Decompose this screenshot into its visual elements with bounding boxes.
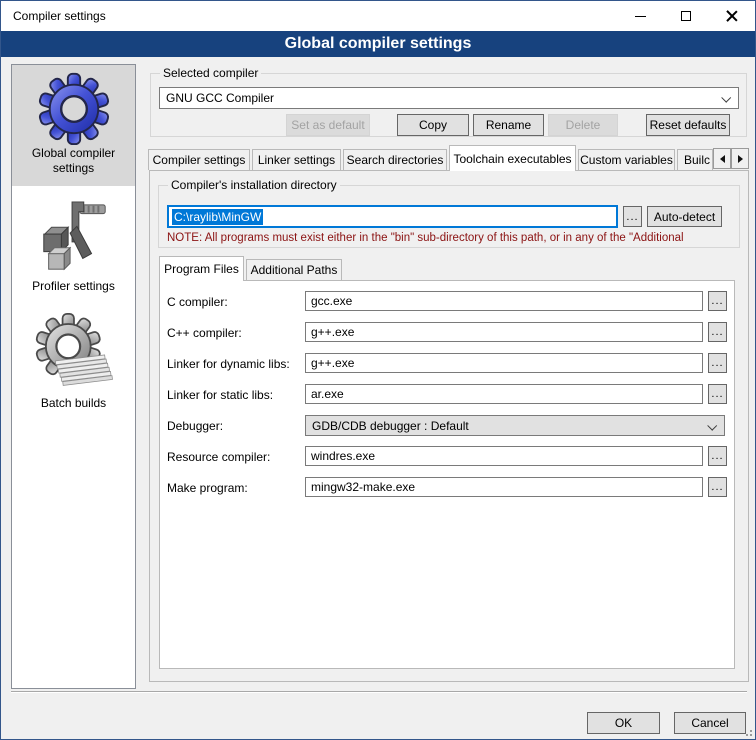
blue-gear-icon	[36, 70, 112, 146]
sidebar-item-label: Batch builds	[12, 396, 135, 411]
window-controls	[617, 1, 755, 31]
tab-build-options-clipped[interactable]: Builc	[677, 149, 713, 170]
close-button[interactable]	[709, 1, 755, 31]
linker-static-label: Linker for static libs:	[167, 388, 273, 402]
tab-custom-variables[interactable]: Custom variables	[578, 149, 675, 170]
tab-program-files[interactable]: Program Files	[159, 256, 244, 281]
installation-directory-input[interactable]: C:\raylib\MinGW	[167, 205, 618, 228]
resource-compiler-label: Resource compiler:	[167, 450, 270, 464]
compiler-settings-dialog: Compiler settings Global compiler settin…	[0, 0, 756, 740]
make-program-label: Make program:	[167, 481, 248, 495]
sidebar-item-label: settings	[12, 161, 135, 176]
installation-directory-value: C:\raylib\MinGW	[172, 209, 263, 225]
window-title: Compiler settings	[13, 9, 106, 23]
linker-dynamic-label: Linker for dynamic libs:	[167, 357, 290, 371]
titlebar[interactable]: Compiler settings	[1, 1, 755, 31]
auto-detect-button[interactable]: Auto-detect	[647, 206, 722, 227]
cpp-compiler-label: C++ compiler:	[167, 326, 242, 340]
settings-category-list: Global compiler settings Profiler settin…	[11, 64, 136, 689]
linker-dynamic-browse-button[interactable]: ...	[708, 353, 727, 373]
tab-additional-paths[interactable]: Additional Paths	[246, 259, 342, 280]
chevron-down-icon	[721, 93, 731, 103]
linker-static-input[interactable]	[305, 384, 703, 404]
c-compiler-label: C compiler:	[167, 295, 228, 309]
tab-compiler-settings[interactable]: Compiler settings	[148, 149, 250, 170]
set-as-default-button[interactable]: Set as default	[286, 114, 370, 136]
debugger-label: Debugger:	[167, 419, 223, 433]
caliper-tool-icon	[35, 197, 113, 279]
resource-compiler-input[interactable]	[305, 446, 703, 466]
sidebar-item-label: Profiler settings	[12, 279, 135, 294]
compiler-select[interactable]: GNU GCC Compiler	[159, 87, 739, 109]
c-compiler-input[interactable]	[305, 291, 703, 311]
tab-toolchain-executables[interactable]: Toolchain executables	[449, 145, 576, 171]
cpp-compiler-browse-button[interactable]: ...	[708, 322, 727, 342]
linker-dynamic-input[interactable]	[305, 353, 703, 373]
gray-gear-stack-icon	[32, 312, 116, 396]
close-icon	[726, 10, 738, 22]
debugger-select-value: GDB/CDB debugger : Default	[312, 419, 469, 433]
cancel-button[interactable]: Cancel	[674, 712, 746, 734]
footer-divider	[11, 691, 747, 693]
ok-button[interactable]: OK	[587, 712, 660, 734]
installation-directory-legend: Compiler's installation directory	[168, 178, 340, 192]
reset-defaults-button[interactable]: Reset defaults	[646, 114, 730, 136]
selected-compiler-legend: Selected compiler	[160, 66, 261, 80]
chevron-down-icon	[707, 421, 717, 431]
minimize-button[interactable]	[617, 1, 663, 31]
compiler-select-value: GNU GCC Compiler	[166, 91, 274, 105]
bin-subdirectory-note: NOTE: All programs must exist either in …	[167, 232, 737, 244]
maximize-icon	[681, 11, 691, 21]
make-program-input[interactable]	[305, 477, 703, 497]
tab-scroll-right-icon	[738, 155, 743, 163]
tab-search-directories[interactable]: Search directories	[343, 149, 447, 170]
sidebar-item-label: Global compiler	[12, 146, 135, 161]
minimize-icon	[635, 16, 646, 17]
sidebar-item-batch-builds[interactable]: Batch builds	[12, 308, 135, 418]
tab-scroll-right-button[interactable]	[731, 148, 749, 169]
sidebar-item-profiler-settings[interactable]: Profiler settings	[12, 195, 135, 300]
debugger-select[interactable]: GDB/CDB debugger : Default	[305, 415, 725, 436]
linker-static-browse-button[interactable]: ...	[708, 384, 727, 404]
installation-directory-browse-button[interactable]: ...	[623, 206, 642, 227]
tab-scroll-left-button[interactable]	[713, 148, 731, 169]
tab-scroll-left-icon	[720, 155, 725, 163]
c-compiler-browse-button[interactable]: ...	[708, 291, 727, 311]
rename-button[interactable]: Rename	[473, 114, 544, 136]
sidebar-item-global-compiler-settings[interactable]: Global compiler settings	[12, 65, 135, 186]
maximize-button[interactable]	[663, 1, 709, 31]
resource-compiler-browse-button[interactable]: ...	[708, 446, 727, 466]
dialog-banner: Global compiler settings	[1, 31, 755, 57]
resize-grip[interactable]	[742, 726, 752, 736]
delete-button[interactable]: Delete	[548, 114, 618, 136]
tab-linker-settings[interactable]: Linker settings	[252, 149, 341, 170]
make-program-browse-button[interactable]: ...	[708, 477, 727, 497]
copy-button[interactable]: Copy	[397, 114, 469, 136]
cpp-compiler-input[interactable]	[305, 322, 703, 342]
